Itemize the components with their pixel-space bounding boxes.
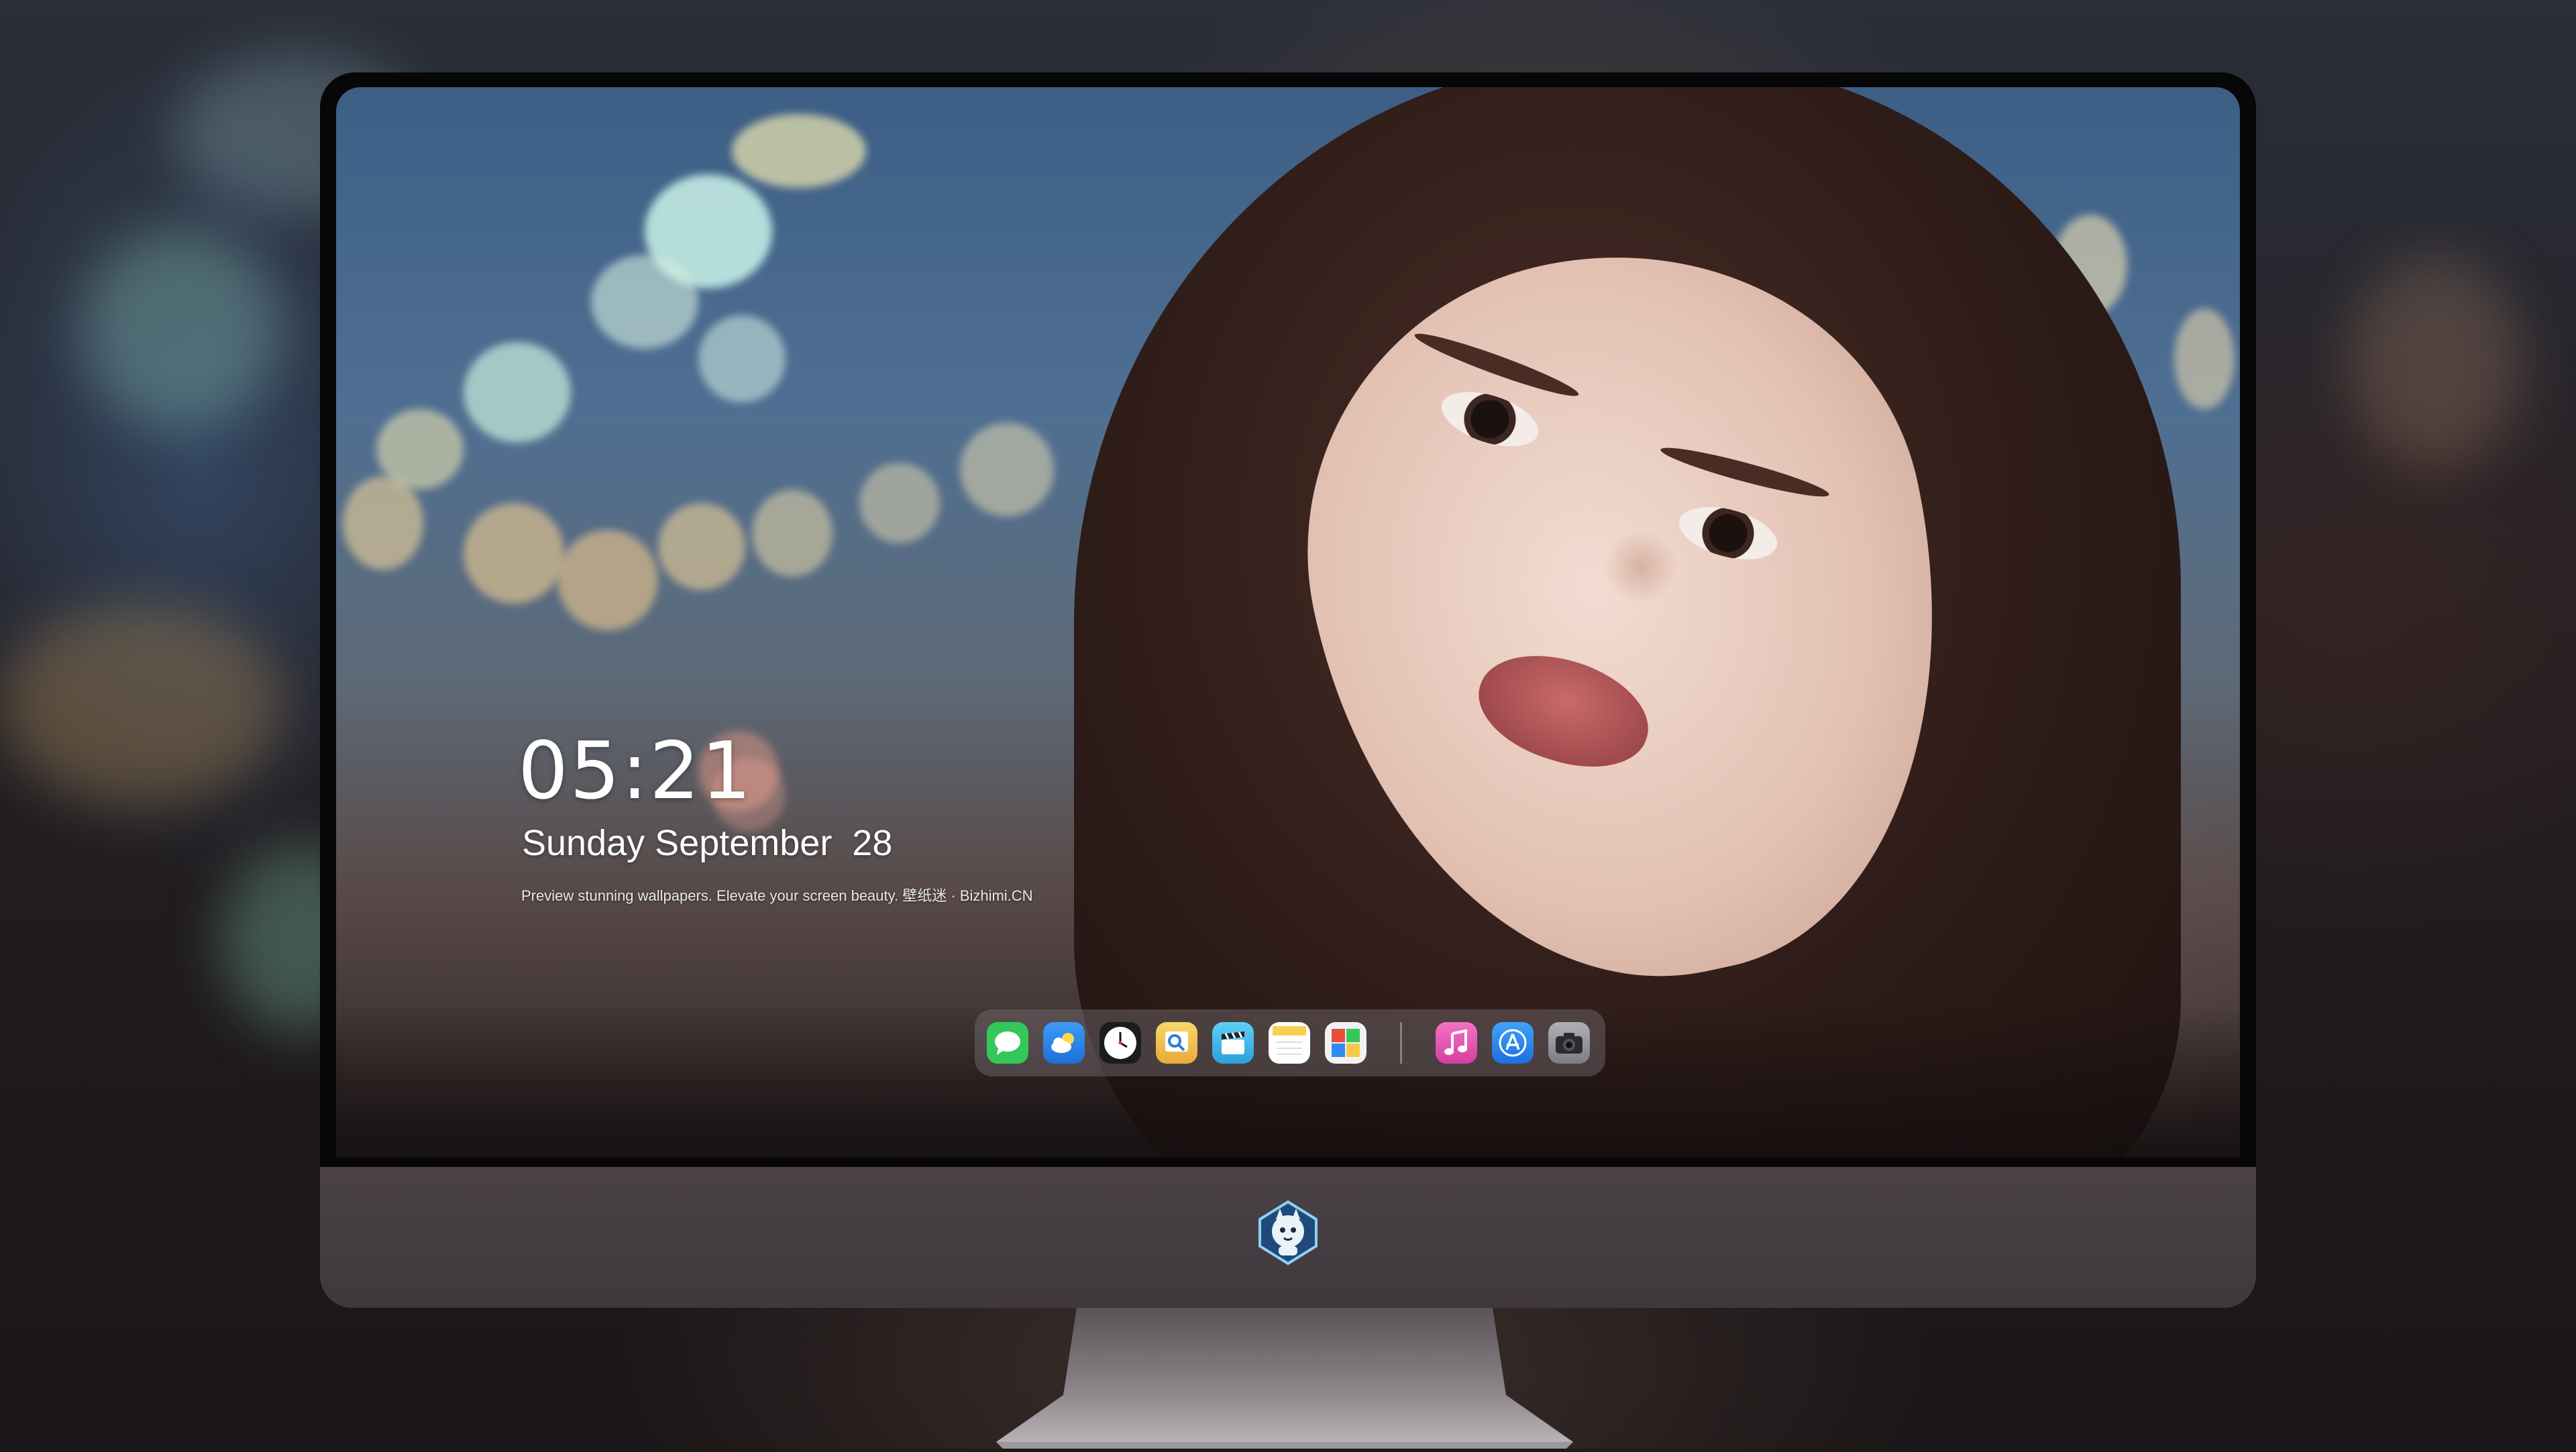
preview-icon[interactable] [1156,1022,1197,1064]
clips-icon[interactable] [1212,1022,1254,1064]
messages-icon[interactable] [987,1022,1028,1064]
mascot-logo-icon [1254,1199,1322,1266]
dock [975,1009,1605,1076]
screen[interactable]: 05:21 Sunday September 28 Preview stunni… [336,87,2240,1158]
lockscreen-time: 05:21 [518,724,753,817]
weather-icon[interactable] [1043,1022,1085,1064]
app-store-icon[interactable] [1492,1022,1534,1064]
dock-separator [1400,1022,1402,1064]
photo-booth-icon[interactable] [1325,1022,1366,1064]
lockscreen-tagline: Preview stunning wallpapers. Elevate you… [521,887,1033,904]
music-icon[interactable] [1436,1022,1477,1064]
monitor-stand [989,1308,1580,1449]
lockscreen-date: Sunday September 28 [522,823,893,863]
clock-icon[interactable] [1099,1022,1141,1064]
monitor: 05:21 Sunday September 28 Preview stunni… [320,72,2256,1449]
notes-icon[interactable] [1269,1022,1310,1064]
camera-icon[interactable] [1548,1022,1590,1064]
portrait-nose [1604,530,1678,604]
